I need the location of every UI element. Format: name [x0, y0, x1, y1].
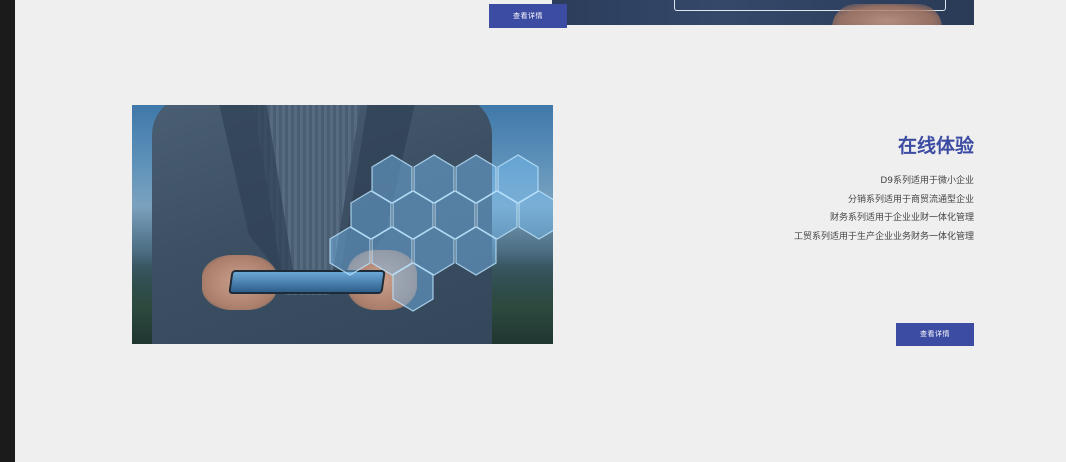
section-title: 在线体验 [897, 135, 974, 157]
feature-item: D9系列适用于微小企业 [880, 176, 974, 186]
view-details-button[interactable]: 查看详情 [896, 323, 974, 346]
feature-item: 工贸系列适用于生产企业业务财务一体化管理 [793, 231, 974, 242]
feature-list: D9系列适用于微小企业 分销系列适用于商贸流通型企业 财务系列适用于企业业财一体… [794, 172, 974, 246]
feature-item: 财务系列适用于企业业财一体化管理 [829, 213, 974, 223]
left-edge-bar [0, 0, 15, 462]
hexagon-overlay [329, 154, 553, 312]
hand-graphic [832, 4, 942, 25]
page: 查看详情 在线体验 D9系列适用于微小企业 分销系列适用于商贸流通型企业 财务系… [0, 0, 1066, 462]
online-experience-image [132, 105, 553, 344]
top-section-image [552, 0, 974, 25]
top-details-button[interactable]: 查看详情 [489, 4, 567, 28]
feature-item: 分销系列适用于商贸流通型企业 [847, 194, 974, 205]
